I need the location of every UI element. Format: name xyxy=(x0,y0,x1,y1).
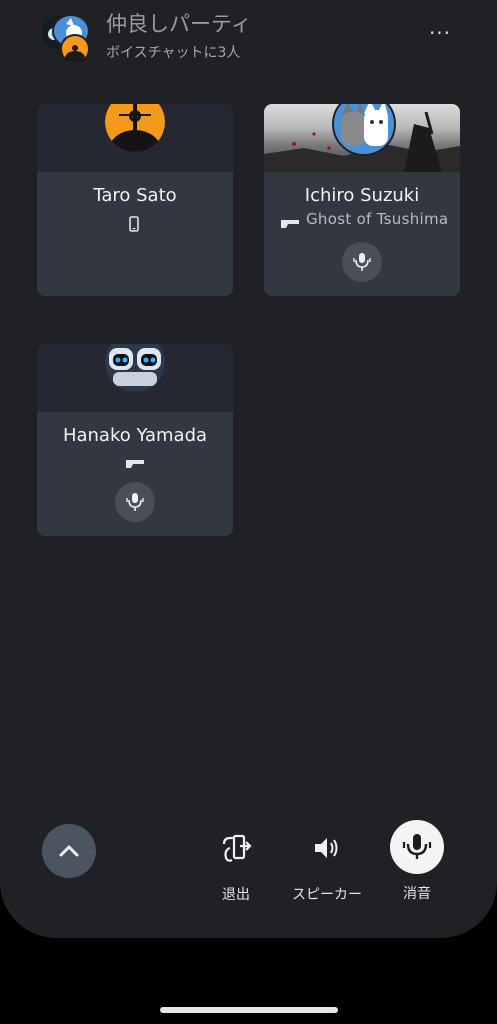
microphone-icon xyxy=(126,493,144,511)
collapse-button[interactable] xyxy=(42,824,96,878)
party-screen: 仲良しパーティ ボイスチャットに3人 ··· Taro Sato Ichiro … xyxy=(0,0,497,938)
mute-button[interactable]: 消音 xyxy=(386,820,448,903)
speaker-button[interactable]: スピーカー xyxy=(287,828,367,904)
mute-circle xyxy=(390,820,444,874)
leave-party-icon xyxy=(222,834,252,862)
member-name: Hanako Yamada xyxy=(62,425,208,446)
member-mic-button[interactable] xyxy=(115,482,155,522)
party-group-avatar xyxy=(40,14,90,65)
party-header: 仲良しパーティ ボイスチャットに3人 ··· xyxy=(0,0,497,80)
chevron-up-icon xyxy=(59,845,79,857)
microphone-icon xyxy=(353,253,371,271)
party-name: 仲良しパーティ xyxy=(106,12,252,36)
member-card-hanako-yamada[interactable]: Hanako Yamada xyxy=(37,344,233,536)
ps5-console-icon xyxy=(125,456,145,475)
member-card-ichiro-suzuki[interactable]: Ichiro Suzuki Ghost of Tsushima xyxy=(264,104,460,296)
mute-label: 消音 xyxy=(403,886,431,902)
member-name: Ichiro Suzuki xyxy=(304,185,420,206)
avatar-orange-small xyxy=(60,34,90,65)
voice-chat-count: ボイスチャットに3人 xyxy=(106,45,241,61)
speaker-label: スピーカー xyxy=(292,887,362,903)
mobile-phone-icon xyxy=(129,216,139,236)
more-options-button[interactable]: ··· xyxy=(426,22,454,50)
member-name: Taro Sato xyxy=(93,185,177,206)
more-horizontal-icon: ··· xyxy=(428,21,452,45)
member-card-taro-sato[interactable]: Taro Sato xyxy=(37,104,233,296)
member-mic-button[interactable] xyxy=(342,242,382,282)
home-indicator[interactable] xyxy=(160,1007,338,1013)
speaker-icon xyxy=(315,838,338,858)
avatar-image xyxy=(334,104,394,154)
ps5-console-icon xyxy=(280,216,300,235)
current-game-title: Ghost of Tsushima xyxy=(306,210,449,228)
leave-label: 退出 xyxy=(222,887,250,903)
leave-button[interactable]: 退出 xyxy=(206,828,266,904)
microphone-icon xyxy=(402,834,432,859)
